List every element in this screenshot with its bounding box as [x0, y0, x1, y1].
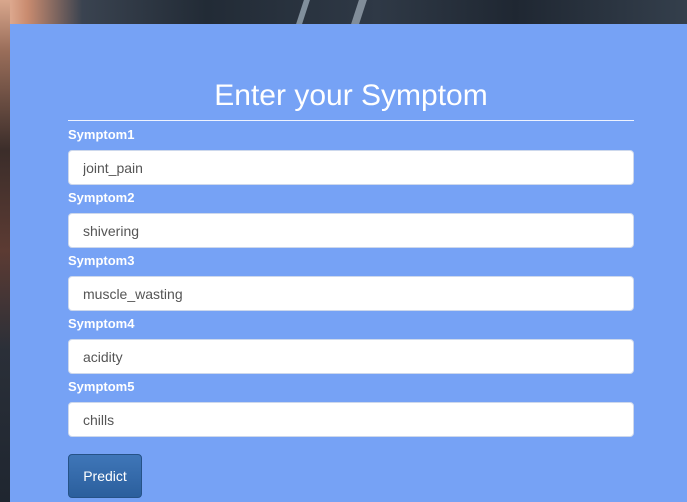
- symptom5-input[interactable]: [68, 402, 634, 437]
- symptom1-input[interactable]: [68, 150, 634, 185]
- title-divider: [68, 120, 634, 121]
- symptom-form-panel: Enter your Symptom Symptom1 Symptom2 Sym…: [10, 24, 687, 502]
- symptom5-label: Symptom5: [68, 379, 135, 394]
- symptom3-label: Symptom3: [68, 253, 135, 268]
- form-title: Enter your Symptom: [214, 79, 488, 112]
- background-photo-top-strip: [0, 0, 687, 24]
- symptom2-input[interactable]: [68, 213, 634, 248]
- symptom4-input[interactable]: [68, 339, 634, 374]
- symptom3-input[interactable]: [68, 276, 634, 311]
- symptom2-label: Symptom2: [68, 190, 135, 205]
- symptom4-label: Symptom4: [68, 316, 135, 331]
- predict-button[interactable]: Predict: [68, 454, 142, 498]
- symptom1-label: Symptom1: [68, 127, 135, 142]
- background-photo-left-strip: [0, 0, 10, 502]
